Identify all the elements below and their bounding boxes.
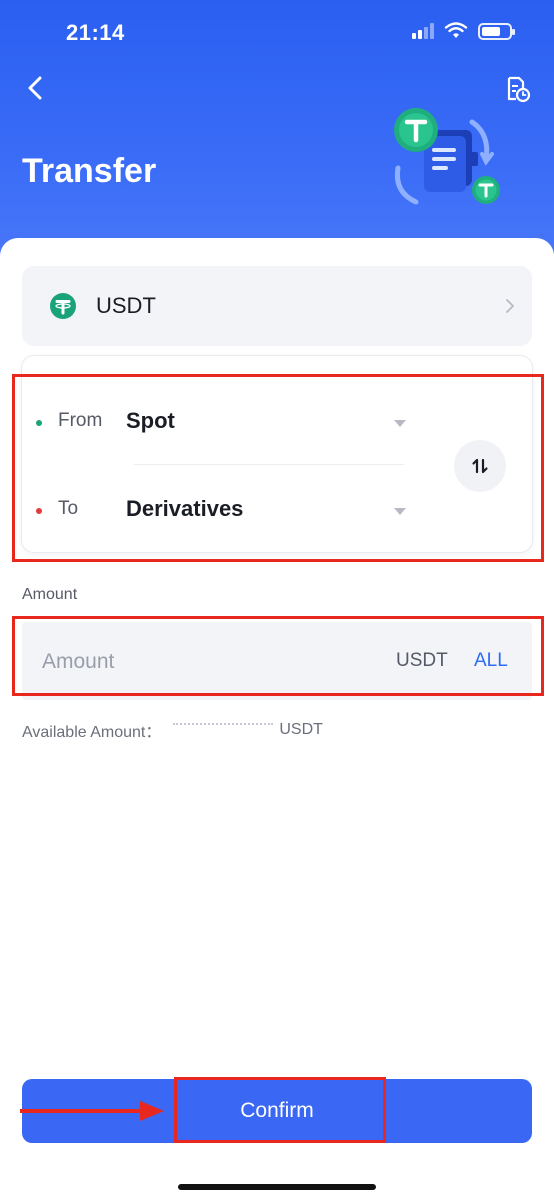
amount-title: Amount [22, 586, 78, 603]
status-time: 21:14 [66, 20, 125, 45]
status-icons [412, 22, 515, 40]
back-icon[interactable] [20, 70, 52, 106]
battery-icon [478, 22, 515, 40]
transfer-history-icon[interactable] [502, 74, 532, 104]
chevron-right-icon [506, 299, 514, 313]
coin-selector[interactable]: USDT [22, 266, 532, 346]
tether-icon [50, 293, 76, 319]
header: 21:14 Transfer [0, 0, 554, 270]
home-indicator [178, 1184, 376, 1190]
annotation-box-confirm [174, 1077, 386, 1143]
available-label: Available Amount： [22, 724, 162, 741]
available-amount: Available Amount： USDT [22, 718, 323, 742]
signal-icon [412, 23, 434, 39]
available-unit: USDT [279, 721, 323, 738]
annotation-box-amount [12, 616, 544, 696]
masked-balance [173, 723, 274, 725]
wifi-icon [444, 22, 468, 38]
annotation-box-transfer [12, 374, 544, 562]
page-title: Transfer [22, 152, 157, 190]
status-bar: 21:14 [0, 0, 554, 64]
coin-symbol: USDT [96, 293, 156, 318]
transfer-illustration [394, 108, 500, 205]
annotation-arrow-icon [20, 1101, 164, 1121]
